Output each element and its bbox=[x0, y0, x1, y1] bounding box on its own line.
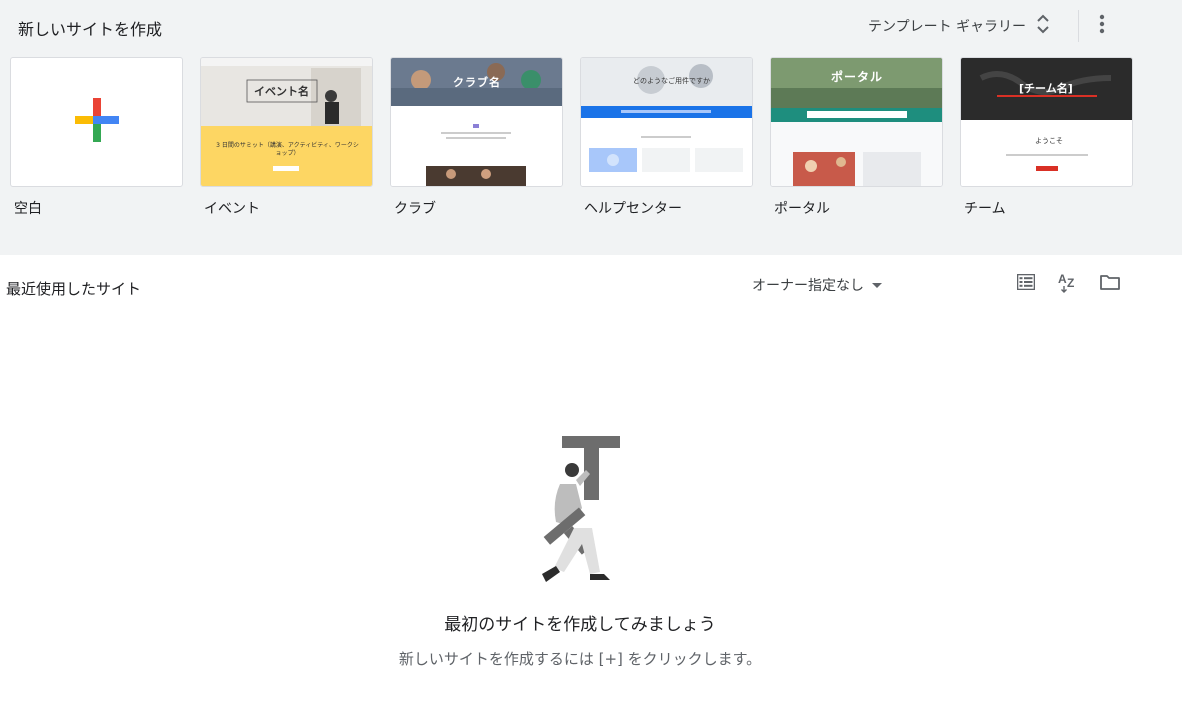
template-gallery-label: テンプレート ギャラリー bbox=[868, 19, 1027, 35]
template-card-club[interactable]: クラブ名 クラブ bbox=[390, 57, 563, 218]
svg-text:A: A bbox=[1058, 272, 1067, 286]
plus-icon bbox=[74, 98, 119, 146]
more-options-button[interactable] bbox=[1088, 12, 1116, 40]
sort-az-icon: A Z bbox=[1058, 271, 1078, 297]
create-site-title: 新しいサイトを作成 bbox=[18, 20, 163, 39]
template-label: クラブ bbox=[394, 201, 436, 217]
empty-state-title: 最初のサイトを作成してみましょう bbox=[444, 615, 716, 635]
template-thumb-blank bbox=[10, 57, 183, 187]
owner-filter-label: オーナー指定なし bbox=[752, 278, 864, 294]
template-label: ポータル bbox=[774, 201, 830, 217]
sort-button[interactable]: A Z bbox=[1056, 272, 1080, 296]
template-thumb-club: クラブ名 bbox=[390, 57, 563, 187]
empty-state-illustration bbox=[530, 432, 630, 590]
template-label: ヘルプセンター bbox=[584, 201, 682, 217]
arrow-drop-down-icon bbox=[872, 277, 882, 293]
template-thumb-help-center: どのようなご用件ですか bbox=[580, 57, 753, 187]
template-card-event[interactable]: イベント名 3 日間のサミット（講演、アクティビティ、ワークショップ） イベント bbox=[200, 57, 373, 218]
recent-sites-title: 最近使用したサイト bbox=[6, 280, 142, 298]
portal-thumb-title: ポータル bbox=[831, 70, 884, 84]
template-label: チーム bbox=[964, 201, 1006, 217]
template-gallery-button[interactable]: テンプレート ギャラリー bbox=[868, 12, 1050, 40]
template-thumb-team: [チーム名] ようこそ bbox=[960, 57, 1133, 187]
folder-button[interactable] bbox=[1098, 272, 1122, 296]
template-card-help-center[interactable]: どのようなご用件ですか ヘルプセンター bbox=[580, 57, 753, 218]
list-view-button[interactable] bbox=[1014, 272, 1038, 296]
folder-icon bbox=[1100, 274, 1120, 294]
create-site-section: 新しいサイトを作成 テンプレート ギャラリー 空白 イベント名 3 日間のサミッ… bbox=[0, 0, 1182, 255]
template-card-blank[interactable]: 空白 bbox=[10, 57, 183, 218]
owner-filter-dropdown[interactable]: オーナー指定なし bbox=[752, 274, 882, 296]
template-thumb-portal: ポータル bbox=[770, 57, 943, 187]
template-label: 空白 bbox=[14, 201, 42, 217]
more-vert-icon bbox=[1099, 14, 1105, 38]
template-list: 空白 イベント名 3 日間のサミット（講演、アクティビティ、ワークショップ） イ… bbox=[10, 57, 1133, 218]
empty-state-subtitle: 新しいサイトを作成するには [+] をクリックします。 bbox=[398, 650, 762, 668]
event-thumb-banner: 3 日間のサミット（講演、アクティビティ、ワークショップ） bbox=[216, 142, 359, 157]
event-thumb-title: イベント名 bbox=[254, 85, 309, 98]
header-divider bbox=[1078, 10, 1079, 42]
team-thumb-welcome: ようこそ bbox=[1035, 137, 1063, 145]
template-card-team[interactable]: [チーム名] ようこそ チーム bbox=[960, 57, 1133, 218]
help-thumb-title: どのようなご用件ですか bbox=[633, 77, 710, 85]
club-thumb-title: クラブ名 bbox=[453, 76, 501, 89]
team-thumb-title: [チーム名] bbox=[1019, 82, 1073, 95]
svg-text:Z: Z bbox=[1067, 276, 1074, 290]
template-card-portal[interactable]: ポータル ポータル bbox=[770, 57, 943, 218]
template-thumb-event: イベント名 3 日間のサミット（講演、アクティビティ、ワークショップ） bbox=[200, 57, 373, 187]
template-label: イベント bbox=[204, 201, 260, 217]
list-view-icon bbox=[1016, 273, 1036, 294]
unfold-icon bbox=[1036, 14, 1050, 38]
